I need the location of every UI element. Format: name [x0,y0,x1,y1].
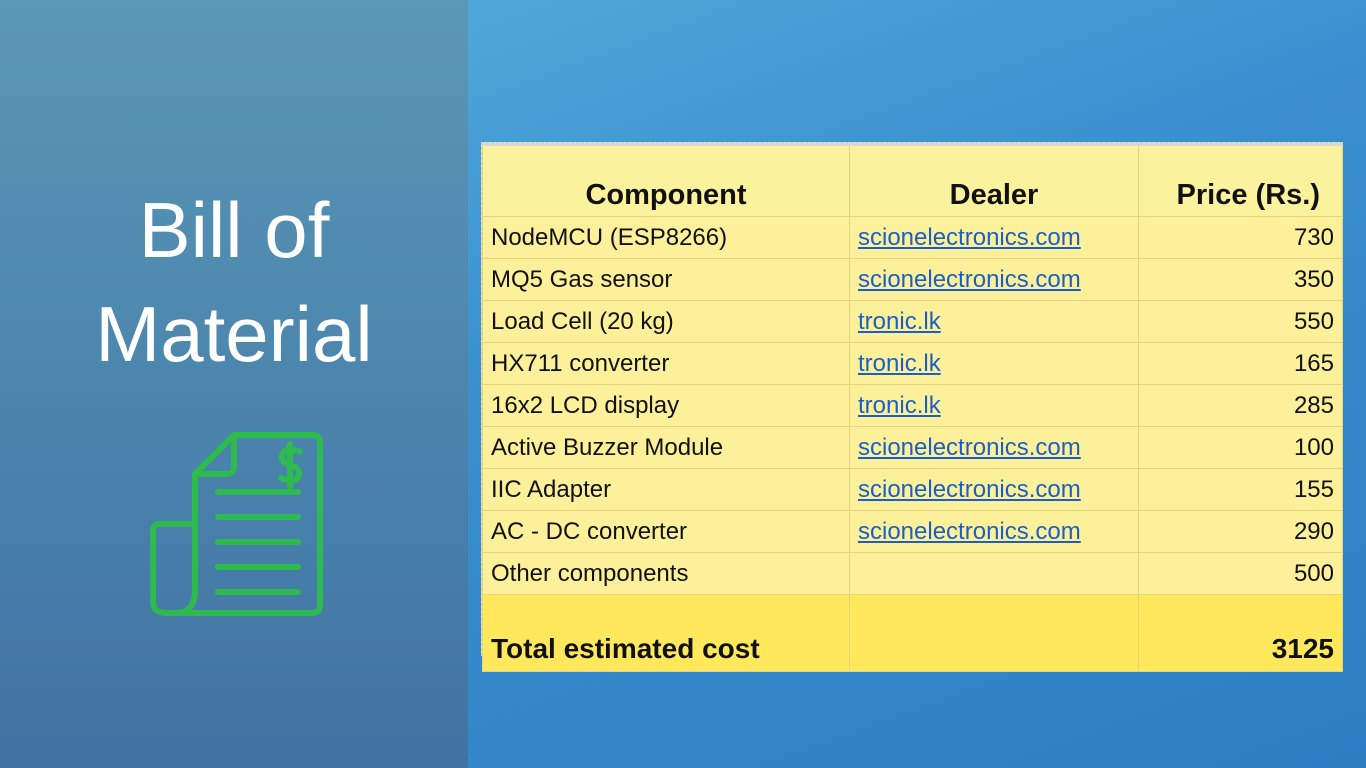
dealer-link[interactable]: scionelectronics.com [858,224,1081,251]
price-cell: 285 [1138,384,1343,427]
price-cell: 730 [1138,216,1343,259]
table-row: HX711 converter tronic.lk 165 [482,342,1343,385]
dealer-link[interactable]: scionelectronics.com [858,266,1081,293]
total-price: 3125 [1138,594,1343,672]
component-cell: Load Cell (20 kg) [482,300,850,343]
header-price: Price (Rs.) [1138,143,1343,217]
dealer-cell: scionelectronics.com [849,510,1139,553]
header-component: Component [482,143,850,217]
table-row: Load Cell (20 kg) tronic.lk 550 [482,300,1343,343]
dealer-cell: scionelectronics.com [849,426,1139,469]
dealer-cell: tronic.lk [849,300,1139,343]
dealer-link[interactable]: scionelectronics.com [858,518,1081,545]
table-row: MQ5 Gas sensor scionelectronics.com 350 [482,258,1343,301]
component-cell: AC - DC converter [482,510,850,553]
dealer-cell [849,552,1139,595]
slide-title: Bill of Material [0,178,468,386]
bill-dollar-icon [150,432,323,616]
dealer-cell: scionelectronics.com [849,468,1139,511]
slide-title-line-1: Bill of [138,186,330,274]
price-cell: 155 [1138,468,1343,511]
slide-title-line-2: Material [95,290,373,378]
dealer-cell: scionelectronics.com [849,216,1139,259]
dealer-link[interactable]: tronic.lk [858,392,941,419]
table-row: IIC Adapter scionelectronics.com 155 [482,468,1343,511]
total-row: Total estimated cost 3125 [482,594,1343,672]
table-row: AC - DC converter scionelectronics.com 2… [482,510,1343,553]
bill-of-material-table-container: Component Dealer Price (Rs.) NodeMCU (ES… [481,142,1343,672]
price-cell: 165 [1138,342,1343,385]
component-cell: Active Buzzer Module [482,426,850,469]
table-row: 16x2 LCD display tronic.lk 285 [482,384,1343,427]
dealer-link[interactable]: tronic.lk [858,308,941,335]
dealer-link[interactable]: scionelectronics.com [858,476,1081,503]
component-cell: 16x2 LCD display [482,384,850,427]
table-row: Active Buzzer Module scionelectronics.co… [482,426,1343,469]
component-cell: HX711 converter [482,342,850,385]
price-cell: 100 [1138,426,1343,469]
dealer-link[interactable]: tronic.lk [858,350,941,377]
total-dealer-cell [849,594,1139,672]
price-cell: 290 [1138,510,1343,553]
bill-of-material-table: Component Dealer Price (Rs.) NodeMCU (ES… [482,143,1343,672]
table-row: Other components 500 [482,552,1343,595]
dealer-cell: tronic.lk [849,384,1139,427]
component-cell: Other components [482,552,850,595]
component-cell: MQ5 Gas sensor [482,258,850,301]
header-dealer: Dealer [849,143,1139,217]
component-cell: NodeMCU (ESP8266) [482,216,850,259]
table-row: NodeMCU (ESP8266) scionelectronics.com 7… [482,216,1343,259]
dealer-link[interactable]: scionelectronics.com [858,434,1081,461]
dealer-cell: tronic.lk [849,342,1139,385]
component-cell: IIC Adapter [482,468,850,511]
price-cell: 500 [1138,552,1343,595]
title-panel: Bill of Material [0,0,468,768]
dealer-cell: scionelectronics.com [849,258,1139,301]
price-cell: 350 [1138,258,1343,301]
price-cell: 550 [1138,300,1343,343]
total-label: Total estimated cost [482,594,850,672]
table-header-row: Component Dealer Price (Rs.) [482,143,1343,217]
